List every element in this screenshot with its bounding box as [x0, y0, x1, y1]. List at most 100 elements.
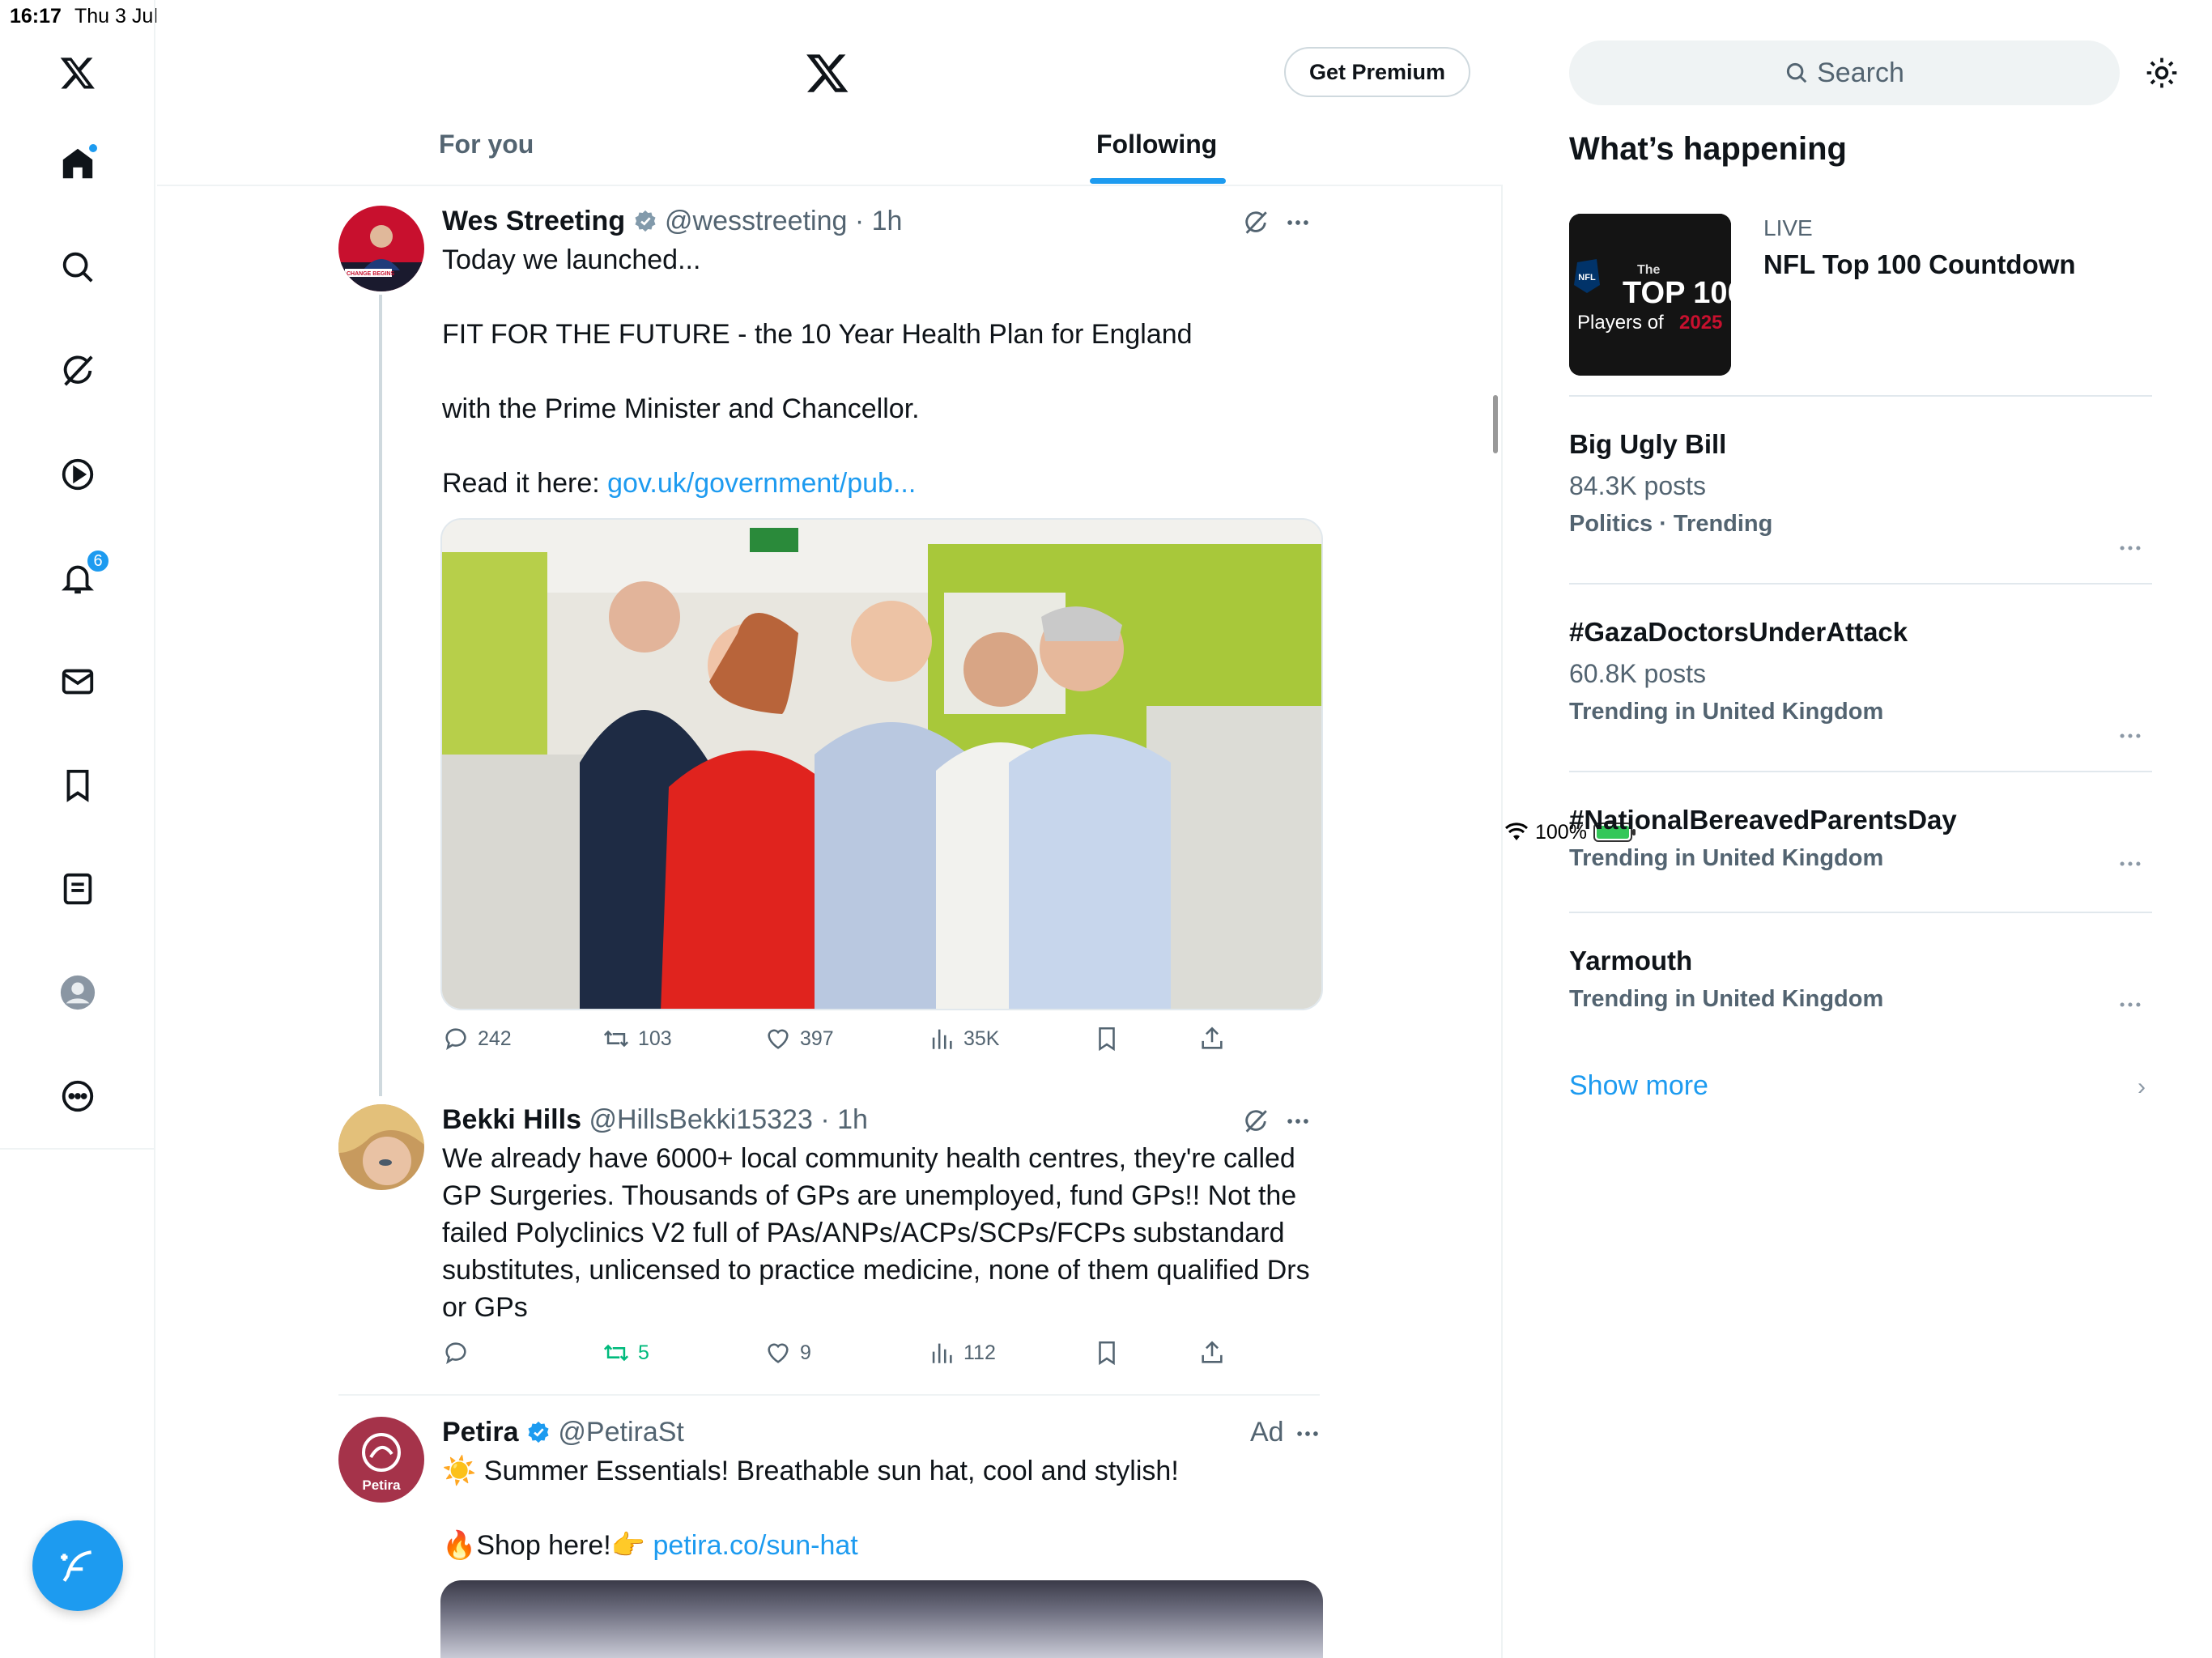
- post-actions: 242 103 397 35K: [442, 1025, 1325, 1057]
- reply-icon: [445, 1342, 466, 1365]
- compose-button[interactable]: [32, 1520, 123, 1611]
- nfl-logo-text: NFL: [1578, 273, 1596, 283]
- trend-name: #GazaDoctorsUnderAttack: [1569, 617, 1908, 647]
- post-petira-ad[interactable]: Petira Petira @PetiraSt Ad ☀️ Summer Ess…: [338, 1417, 1488, 1579]
- bookmark-button[interactable]: [1093, 1339, 1121, 1367]
- author-name[interactable]: Petira: [442, 1417, 519, 1448]
- live-label: LIVE: [1763, 215, 1813, 240]
- reply-button[interactable]: [442, 1339, 478, 1367]
- show-more-link[interactable]: Show more: [1569, 1070, 1708, 1102]
- like-button[interactable]: 397: [764, 1025, 834, 1052]
- x-logo-icon[interactable]: [805, 50, 850, 96]
- tab-for-you[interactable]: For you: [439, 130, 534, 159]
- tab-active-indicator: [1090, 178, 1226, 184]
- notifications-icon[interactable]: 6: [57, 549, 110, 599]
- views-button[interactable]: 35K: [928, 1025, 999, 1052]
- post-bekki-hills[interactable]: Bekki Hills @HillsBekki15323 · 1h We alr…: [338, 1104, 1488, 1371]
- post-author[interactable]: Wes Streeting @wesstreeting · 1h: [442, 206, 902, 237]
- trend-item[interactable]: #NationalBereavedParentsDay Trending in …: [1569, 805, 2152, 872]
- bookmark-icon: [1099, 1341, 1115, 1366]
- author-handle[interactable]: @HillsBekki15323: [589, 1104, 812, 1135]
- like-count: 9: [800, 1341, 811, 1364]
- thumb-text-top100: TOP 100: [1623, 276, 1731, 310]
- more-options-icon[interactable]: [1284, 1107, 1312, 1135]
- more-options-icon[interactable]: [2116, 534, 2144, 562]
- more-options-icon[interactable]: [1284, 209, 1312, 236]
- trend-name: #NationalBereavedParentsDay: [1569, 805, 1957, 835]
- thumb-text-the: The: [1637, 263, 1661, 277]
- grok-explain-icon[interactable]: [1242, 1107, 1270, 1135]
- views-button[interactable]: 112: [928, 1339, 996, 1367]
- lists-icon[interactable]: [57, 868, 99, 910]
- post-time: · 1h: [854, 206, 903, 236]
- chevron-right-icon: ›: [2138, 1073, 2146, 1100]
- author-handle[interactable]: @wesstreeting: [665, 206, 847, 236]
- share-button[interactable]: [1198, 1025, 1226, 1052]
- trend-item[interactable]: #GazaDoctorsUnderAttack 60.8K posts Tren…: [1569, 617, 2152, 738]
- scrollbar[interactable]: [1493, 395, 1498, 453]
- more-options-icon[interactable]: [2116, 722, 2144, 750]
- more-options-icon[interactable]: [2116, 850, 2144, 878]
- views-icon: [932, 1029, 952, 1049]
- post-author[interactable]: Petira @PetiraSt: [442, 1417, 684, 1448]
- post-text: Today we launched... FIT FOR THE FUTURE …: [442, 241, 1325, 502]
- trend-divider: [1569, 771, 2152, 772]
- avatar[interactable]: CHANGE BEGINS: [338, 206, 424, 291]
- post-image[interactable]: [440, 518, 1323, 1010]
- avatar-caption: Petira: [362, 1477, 401, 1493]
- views-count: 112: [963, 1341, 996, 1364]
- post-divider: [338, 1394, 1320, 1396]
- repost-icon: [603, 1030, 629, 1048]
- bookmarks-icon[interactable]: [57, 764, 99, 806]
- post-link[interactable]: petira.co/sun-hat: [653, 1530, 857, 1561]
- notifications-badge: 6: [86, 549, 110, 573]
- gear-icon[interactable]: [2144, 55, 2180, 91]
- share-button[interactable]: [1198, 1339, 1226, 1367]
- avatar[interactable]: [338, 1104, 424, 1190]
- more-circle-icon[interactable]: [57, 1075, 99, 1117]
- timeline-header: Get Premium For you Following: [157, 0, 1503, 186]
- live-event-title[interactable]: NFL Top 100 Countdown: [1763, 249, 2076, 280]
- more-options-icon[interactable]: [2116, 991, 2144, 1018]
- x-logo-icon[interactable]: [57, 52, 99, 94]
- more-options-icon[interactable]: [1294, 1420, 1321, 1448]
- repost-button[interactable]: 5: [602, 1339, 649, 1367]
- reply-count: 242: [478, 1027, 512, 1050]
- reply-button[interactable]: 242: [442, 1025, 512, 1052]
- home-icon[interactable]: [57, 142, 99, 185]
- search-icon: [1787, 62, 1807, 83]
- messages-icon[interactable]: [57, 661, 99, 703]
- trend-context: Trending in United Kingdom: [1569, 986, 1884, 1012]
- trend-divider: [1569, 583, 2152, 585]
- avatar[interactable]: Petira: [338, 1417, 424, 1503]
- search-input[interactable]: Search: [1569, 40, 2120, 105]
- tab-following[interactable]: Following: [1096, 130, 1217, 159]
- post-time: · 1h: [820, 1104, 868, 1135]
- live-event-thumbnail[interactable]: NFL The TOP 100 Players of 2025: [1569, 214, 1731, 376]
- post-text-line: 🔥Shop here!👉 petira.co/sun-hat: [442, 1527, 1325, 1564]
- search-icon[interactable]: [57, 246, 99, 288]
- like-button[interactable]: 9: [764, 1339, 811, 1367]
- trend-item[interactable]: Yarmouth Trending in United Kingdom: [1569, 946, 2152, 1013]
- author-name[interactable]: Wes Streeting: [442, 206, 625, 236]
- post-text: We already have 6000+ local community he…: [442, 1143, 1310, 1323]
- profile-icon[interactable]: [57, 971, 99, 1014]
- read-prefix: Read it here:: [442, 468, 608, 499]
- get-premium-button[interactable]: Get Premium: [1284, 47, 1470, 97]
- grok-explain-icon[interactable]: [1242, 209, 1270, 236]
- ad-image[interactable]: [440, 1580, 1323, 1658]
- repost-button[interactable]: 103: [602, 1025, 672, 1052]
- repost-icon: [603, 1344, 629, 1362]
- bookmark-button[interactable]: [1093, 1025, 1121, 1052]
- post-author[interactable]: Bekki Hills @HillsBekki15323 · 1h: [442, 1104, 868, 1136]
- grok-icon[interactable]: [57, 350, 99, 392]
- thumb-text-year: 2025: [1679, 312, 1722, 334]
- post-link[interactable]: gov.uk/government/pub...: [607, 468, 916, 499]
- author-handle[interactable]: @PetiraSt: [558, 1417, 683, 1448]
- repost-count: 103: [638, 1027, 672, 1050]
- trend-item[interactable]: Big Ugly Bill 84.3K posts Politics · Tre…: [1569, 429, 2152, 551]
- author-name[interactable]: Bekki Hills: [442, 1104, 581, 1135]
- video-icon[interactable]: [57, 453, 99, 495]
- views-count: 35K: [963, 1027, 1000, 1050]
- trend-name: Big Ugly Bill: [1569, 429, 1727, 459]
